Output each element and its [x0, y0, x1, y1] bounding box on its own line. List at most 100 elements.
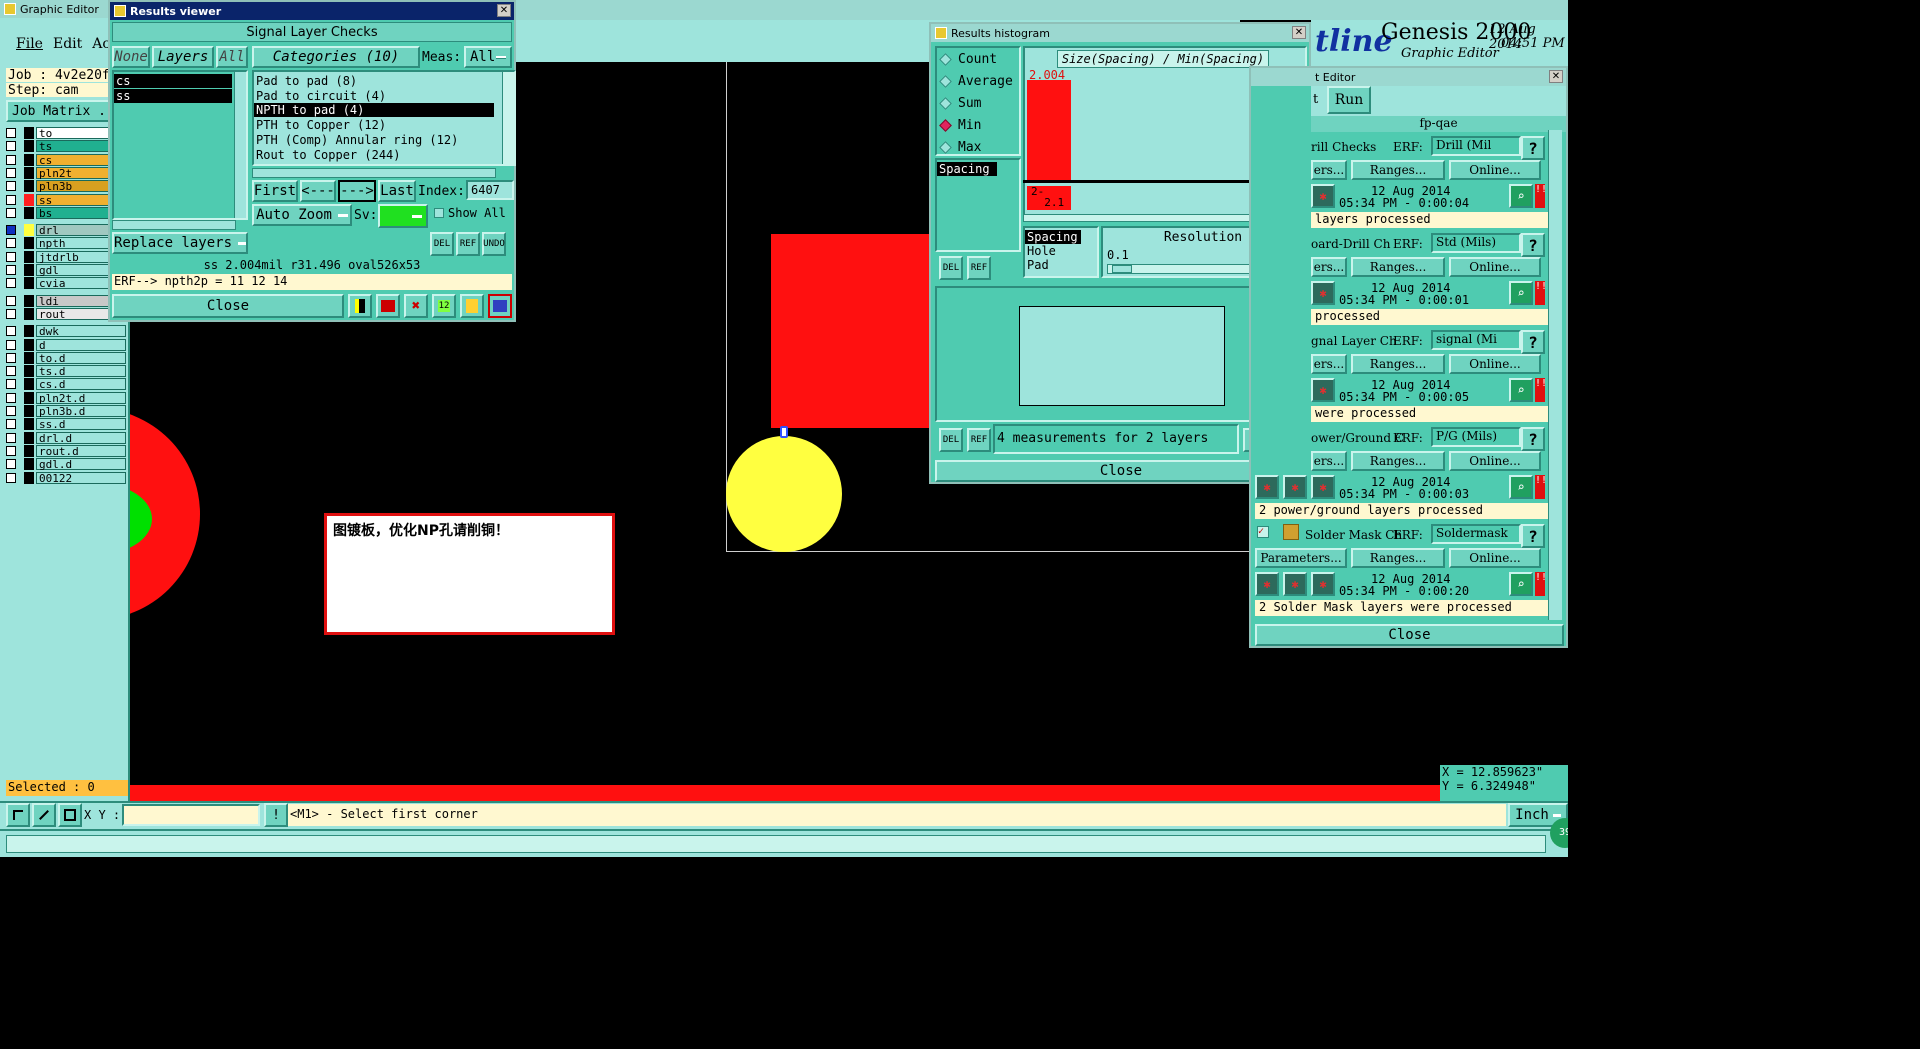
layer-row[interactable]: pln2t.d [6, 391, 126, 405]
layer-name[interactable]: gdl.d [36, 458, 126, 471]
layer-checkbox[interactable] [6, 366, 16, 377]
layer-checkbox[interactable] [6, 278, 16, 289]
layer-checkbox[interactable] [6, 167, 16, 178]
layer-checkbox[interactable] [6, 154, 16, 165]
index-input[interactable]: 6407 [466, 180, 514, 200]
layer-name[interactable]: ts.d [36, 365, 126, 378]
close-icon[interactable]: ✕ [1292, 26, 1306, 39]
scrollbar[interactable] [502, 72, 514, 164]
run-check-icon[interactable]: ✱ [1311, 475, 1335, 499]
ref-button[interactable]: REF [456, 232, 480, 256]
layer-row[interactable]: pln3b.d [6, 404, 126, 418]
layer-checkbox[interactable] [6, 392, 16, 403]
layer-name[interactable]: ss.d [36, 418, 126, 431]
select-tool-icon[interactable] [6, 803, 30, 827]
layer-checkbox[interactable] [6, 295, 16, 306]
ranges-button[interactable]: Ranges... [1351, 354, 1445, 374]
help-button[interactable]: ? [1521, 136, 1545, 160]
check-name[interactable]: oard-Drill Ch [1311, 237, 1390, 251]
erf-field[interactable]: Soldermask [1431, 524, 1521, 544]
mode-radio[interactable]: Min [939, 118, 981, 133]
zoom-icon[interactable]: ⌕ [1509, 184, 1533, 208]
check-name[interactable]: ower/Ground C [1311, 431, 1404, 445]
layer-checkbox[interactable] [6, 194, 16, 205]
check-name[interactable]: gnal Layer Ch [1311, 334, 1397, 348]
layer-checkbox[interactable] [6, 251, 16, 262]
undo-button[interactable]: UNDO [482, 232, 506, 256]
help-button[interactable]: ? [1521, 524, 1545, 548]
online-button[interactable]: Online... [1449, 354, 1541, 374]
last-button[interactable]: Last [378, 180, 416, 202]
layer-row[interactable]: cs.d [6, 377, 126, 391]
zoom-icon[interactable]: ⌕ [1509, 281, 1533, 305]
ranges-button[interactable]: Ranges... [1351, 451, 1445, 471]
erf-field[interactable]: Std (Mils) [1431, 233, 1521, 253]
job-matrix-button[interactable]: Job Matrix .. [6, 100, 116, 122]
layer-checkbox[interactable] [6, 352, 16, 363]
highlight-icon[interactable] [348, 294, 372, 318]
list-item[interactable]: Spacing [937, 162, 997, 176]
erf-field[interactable]: P/G (Mils) [1431, 427, 1521, 447]
layer-checkbox[interactable] [6, 419, 16, 430]
close-icon[interactable]: ✕ [1549, 70, 1563, 83]
slider-thumb[interactable] [1112, 265, 1132, 273]
close-icon[interactable]: ✕ [497, 4, 511, 17]
layer-row[interactable]: ss.d [6, 417, 126, 431]
online-button[interactable]: Online... [1449, 548, 1541, 568]
grid-tool-icon[interactable] [58, 803, 82, 827]
exclaim-button[interactable]: ! [264, 803, 288, 827]
first-button[interactable]: First [252, 180, 298, 202]
list-icon[interactable] [460, 294, 484, 318]
category-item[interactable]: PTH to Copper (12) [254, 118, 494, 132]
layer-row[interactable]: rout.d [6, 444, 126, 458]
ref-button[interactable]: REF [967, 428, 991, 452]
layer-checkbox[interactable] [6, 326, 16, 337]
layer-checkbox[interactable] [6, 128, 16, 138]
xy-input[interactable] [122, 804, 260, 826]
layer-row[interactable]: gdl.d [6, 457, 126, 471]
close-button[interactable]: Close [1255, 624, 1564, 646]
scrollbar[interactable] [234, 72, 246, 218]
online-button[interactable]: Online... [1449, 451, 1541, 471]
zoom-icon[interactable]: ⌕ [1509, 572, 1533, 596]
layer-checkbox[interactable] [6, 406, 16, 416]
layer-name[interactable]: d [36, 338, 126, 351]
mode-radio[interactable]: Average [939, 74, 1013, 89]
run-check-icon[interactable]: ✱ [1283, 475, 1307, 499]
replace-layers-dropdown[interactable]: Replace layers [112, 232, 248, 254]
category-item[interactable]: Pad to pad (8) [254, 74, 494, 88]
show-all-checkbox[interactable] [434, 208, 444, 218]
layer-result-list[interactable]: cs ss [112, 70, 248, 220]
parameters-button[interactable]: ers... [1311, 451, 1347, 471]
meas-dropdown[interactable]: All [464, 46, 512, 68]
all-button[interactable]: All [216, 46, 248, 68]
erf-field[interactable]: Drill (Mil [1431, 136, 1521, 156]
help-button[interactable]: ? [1521, 330, 1545, 354]
report-icon[interactable] [376, 294, 400, 318]
ref-button[interactable]: REF [967, 256, 991, 280]
layer-row[interactable]: ts.d [6, 364, 126, 378]
help-button[interactable]: ? [1521, 233, 1545, 257]
layer-row[interactable]: d [6, 338, 126, 352]
ranges-button[interactable]: Ranges... [1351, 548, 1445, 568]
measure-list[interactable]: Spacing [935, 158, 1021, 252]
layer-name[interactable]: cs.d [36, 378, 126, 391]
parameters-button[interactable]: Parameters... [1255, 548, 1347, 568]
categories-button[interactable]: Categories (10) [252, 46, 420, 68]
parameters-button[interactable]: ers... [1311, 160, 1347, 180]
layer-checkbox[interactable] [6, 445, 16, 456]
mode-radio[interactable]: Sum [939, 96, 981, 111]
layer-row[interactable]: 00122 [6, 471, 126, 485]
run-button[interactable]: Run [1327, 86, 1371, 114]
list-item[interactable]: Pad [1025, 258, 1097, 272]
none-button[interactable]: None [112, 46, 150, 68]
layer-checkbox[interactable] [6, 181, 16, 192]
h-scrollbar[interactable] [112, 220, 236, 230]
list-item[interactable]: Hole [1025, 244, 1097, 258]
layer-name[interactable]: 00122 [36, 471, 126, 484]
layer-name[interactable]: to.d [36, 351, 126, 364]
layer-checkbox[interactable] [6, 472, 16, 483]
sv-dropdown[interactable] [378, 204, 428, 228]
layer-name[interactable]: rout.d [36, 444, 126, 457]
next-button[interactable]: ---> [338, 180, 376, 202]
